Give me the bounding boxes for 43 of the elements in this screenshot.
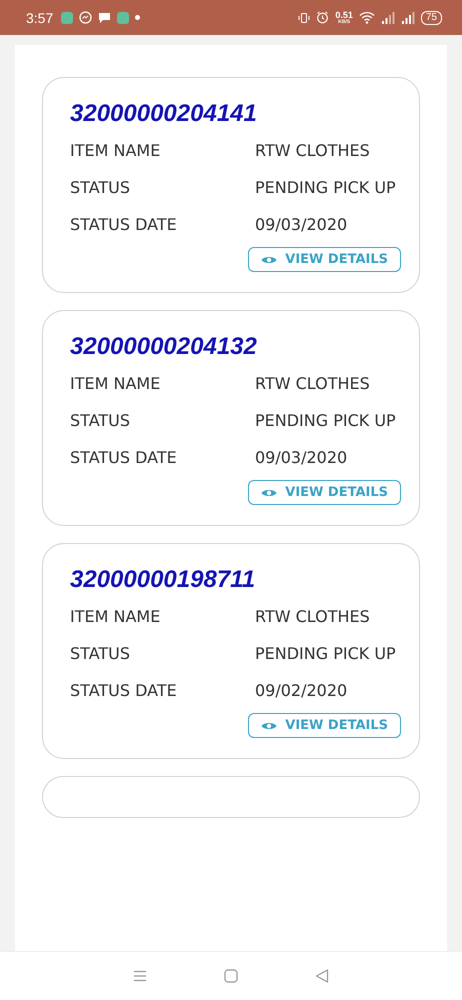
vibrate-icon bbox=[298, 12, 310, 24]
field-value: 09/02/2020 bbox=[255, 680, 348, 702]
tracking-number: 32000000198711 bbox=[70, 566, 256, 594]
signal-icon bbox=[400, 12, 415, 24]
view-details-button[interactable]: VIEW DETAILS bbox=[248, 480, 401, 505]
back-icon[interactable] bbox=[314, 969, 329, 983]
dot-icon bbox=[135, 15, 140, 20]
battery-level: 75 bbox=[420, 10, 442, 24]
wifi-icon bbox=[358, 11, 375, 24]
field-label: STATUS bbox=[70, 177, 132, 199]
field-value: RTW CLOTHES bbox=[255, 140, 371, 162]
eye-icon bbox=[261, 488, 278, 498]
network-speed: 0.51 bbox=[335, 10, 353, 20]
home-icon[interactable] bbox=[224, 969, 238, 983]
clock-time: 3:57 bbox=[26, 10, 54, 26]
field-label: STATUS DATE bbox=[70, 680, 178, 702]
field-label: ITEM NAME bbox=[70, 140, 162, 162]
field-value: PENDING PICK UP bbox=[255, 177, 397, 199]
signal-icon bbox=[380, 12, 395, 24]
field-label: STATUS DATE bbox=[70, 447, 178, 469]
eye-icon bbox=[261, 720, 278, 730]
field-label: ITEM NAME bbox=[70, 373, 162, 395]
field-value: RTW CLOTHES bbox=[255, 373, 371, 395]
field-value: 09/03/2020 bbox=[255, 447, 348, 469]
view-details-button[interactable]: VIEW DETAILS bbox=[248, 247, 401, 272]
field-value: 09/03/2020 bbox=[255, 214, 348, 236]
tracking-number: 32000000204141 bbox=[70, 100, 258, 128]
field-value: RTW CLOTHES bbox=[255, 606, 371, 628]
field-label: STATUS bbox=[70, 643, 132, 665]
field-label: ITEM NAME bbox=[70, 606, 162, 628]
notification-icon bbox=[61, 12, 74, 24]
tracking-number: 32000000204132 bbox=[70, 333, 258, 361]
view-details-button[interactable]: VIEW DETAILS bbox=[248, 713, 401, 738]
chat-icon bbox=[98, 11, 112, 24]
menu-icon[interactable] bbox=[133, 970, 148, 982]
field-value: PENDING PICK UP bbox=[255, 410, 397, 432]
field-label: STATUS bbox=[70, 410, 132, 432]
alarm-icon bbox=[316, 11, 330, 24]
app-icon bbox=[117, 12, 130, 24]
eye-icon bbox=[261, 254, 278, 264]
field-label: STATUS DATE bbox=[70, 214, 178, 236]
messenger-icon bbox=[79, 11, 92, 24]
field-value: PENDING PICK UP bbox=[255, 643, 397, 665]
